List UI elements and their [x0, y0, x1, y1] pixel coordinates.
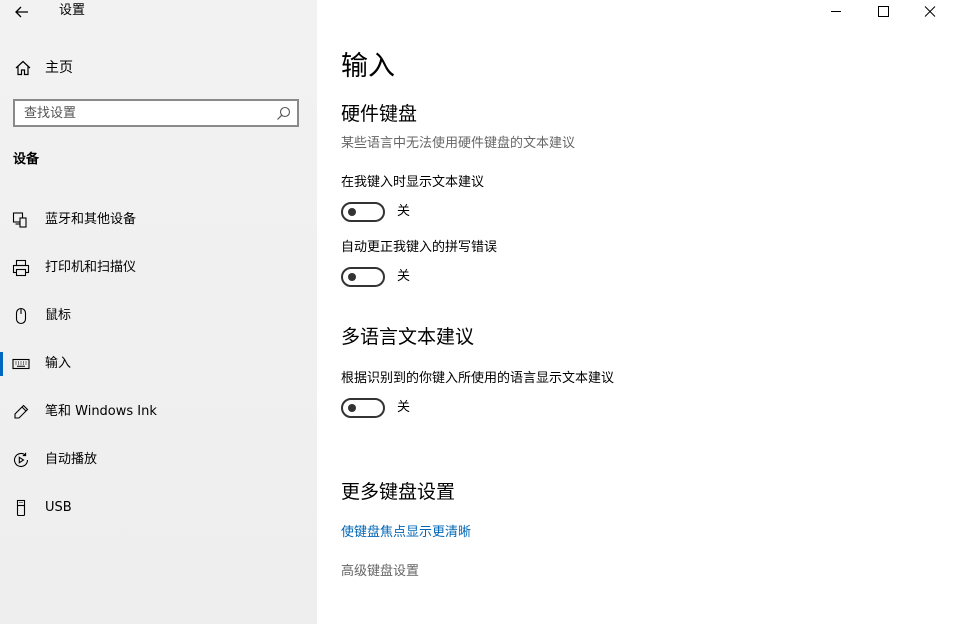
page-title: 输入 — [341, 51, 395, 82]
window-controls — [813, 0, 953, 24]
toggle-knob — [348, 208, 356, 216]
keyboard-icon — [12, 358, 30, 370]
maximize-icon — [878, 6, 889, 17]
close-icon — [924, 6, 936, 17]
app-title: 设置 — [59, 3, 86, 18]
sidebar-item-printers[interactable]: 打印机和扫描仪 — [0, 250, 317, 286]
active-indicator — [0, 352, 3, 376]
sidebar-item-label: 输入 — [45, 356, 72, 371]
sidebar-item-bluetooth[interactable]: 蓝牙和其他设备 — [0, 202, 317, 238]
show-suggestions-label: 在我键入时显示文本建议 — [341, 175, 485, 190]
multilingual-suggestions-toggle[interactable] — [341, 398, 385, 418]
maximize-button[interactable] — [860, 0, 906, 24]
sidebar-item-label: 蓝牙和其他设备 — [45, 212, 137, 227]
sidebar-item-typing[interactable]: 输入 — [0, 346, 317, 382]
sidebar-item-usb[interactable]: USB — [0, 490, 317, 526]
close-button[interactable] — [907, 0, 953, 24]
advanced-keyboard-settings-link[interactable]: 高级键盘设置 — [341, 564, 419, 580]
autocorrect-label: 自动更正我键入的拼写错误 — [341, 240, 498, 255]
back-button[interactable] — [10, 2, 34, 22]
pen-icon — [14, 404, 29, 419]
sidebar-item-label: 笔和 Windows Ink — [45, 404, 157, 419]
search-icon[interactable] — [276, 106, 291, 121]
autoplay-icon — [13, 452, 29, 468]
sidebar-item-pen[interactable]: 笔和 Windows Ink — [0, 394, 317, 430]
sidebar-item-mouse[interactable]: 鼠标 — [0, 298, 317, 334]
printer-icon — [12, 259, 30, 277]
toggle-knob — [348, 273, 356, 281]
home-icon — [15, 60, 31, 76]
section-title: 设备 — [13, 152, 40, 167]
back-arrow-icon — [15, 6, 28, 18]
sidebar-item-label: 打印机和扫描仪 — [45, 260, 137, 275]
main-content: 输入 硬件键盘 某些语言中无法使用硬件键盘的文本建议 在我键入时显示文本建议 关… — [317, 0, 953, 624]
minimize-button[interactable] — [813, 0, 859, 24]
keyboard-focus-link[interactable]: 使键盘焦点显示更清晰 — [341, 525, 471, 541]
hardware-keyboard-heading: 硬件键盘 — [341, 103, 418, 125]
search-input[interactable] — [24, 104, 264, 122]
sidebar-item-autoplay[interactable]: 自动播放 — [0, 442, 317, 478]
autocorrect-toggle[interactable] — [341, 267, 385, 287]
toggle-state-label: 关 — [397, 269, 411, 284]
mouse-icon — [15, 307, 27, 325]
multilingual-heading: 多语言文本建议 — [341, 326, 475, 348]
toggle-knob — [348, 404, 356, 412]
toggle-state-label: 关 — [397, 204, 411, 219]
sidebar-home[interactable]: 主页 — [0, 56, 317, 80]
multilingual-suggestions-setting: 关 — [341, 398, 541, 418]
more-keyboard-heading: 更多键盘设置 — [341, 481, 456, 503]
sidebar-item-label: 自动播放 — [45, 452, 98, 467]
autocorrect-setting: 关 — [341, 267, 541, 287]
search-box[interactable] — [13, 99, 299, 127]
bluetooth-devices-icon — [12, 212, 27, 228]
minimize-icon — [831, 11, 841, 12]
multilingual-suggestions-label: 根据识别到的你键入所使用的语言显示文本建议 — [341, 371, 615, 386]
sidebar-item-label: 鼠标 — [45, 308, 72, 323]
toggle-state-label: 关 — [397, 400, 411, 415]
usb-icon — [16, 499, 26, 517]
show-suggestions-toggle[interactable] — [341, 202, 385, 222]
hardware-keyboard-description: 某些语言中无法使用硬件键盘的文本建议 — [341, 136, 576, 151]
home-label: 主页 — [45, 60, 73, 76]
sidebar: 设置 主页 设备 蓝牙和其他设备 打印机和扫描仪 — [0, 0, 317, 624]
sidebar-item-label: USB — [45, 500, 72, 515]
show-suggestions-setting: 关 — [341, 202, 541, 222]
